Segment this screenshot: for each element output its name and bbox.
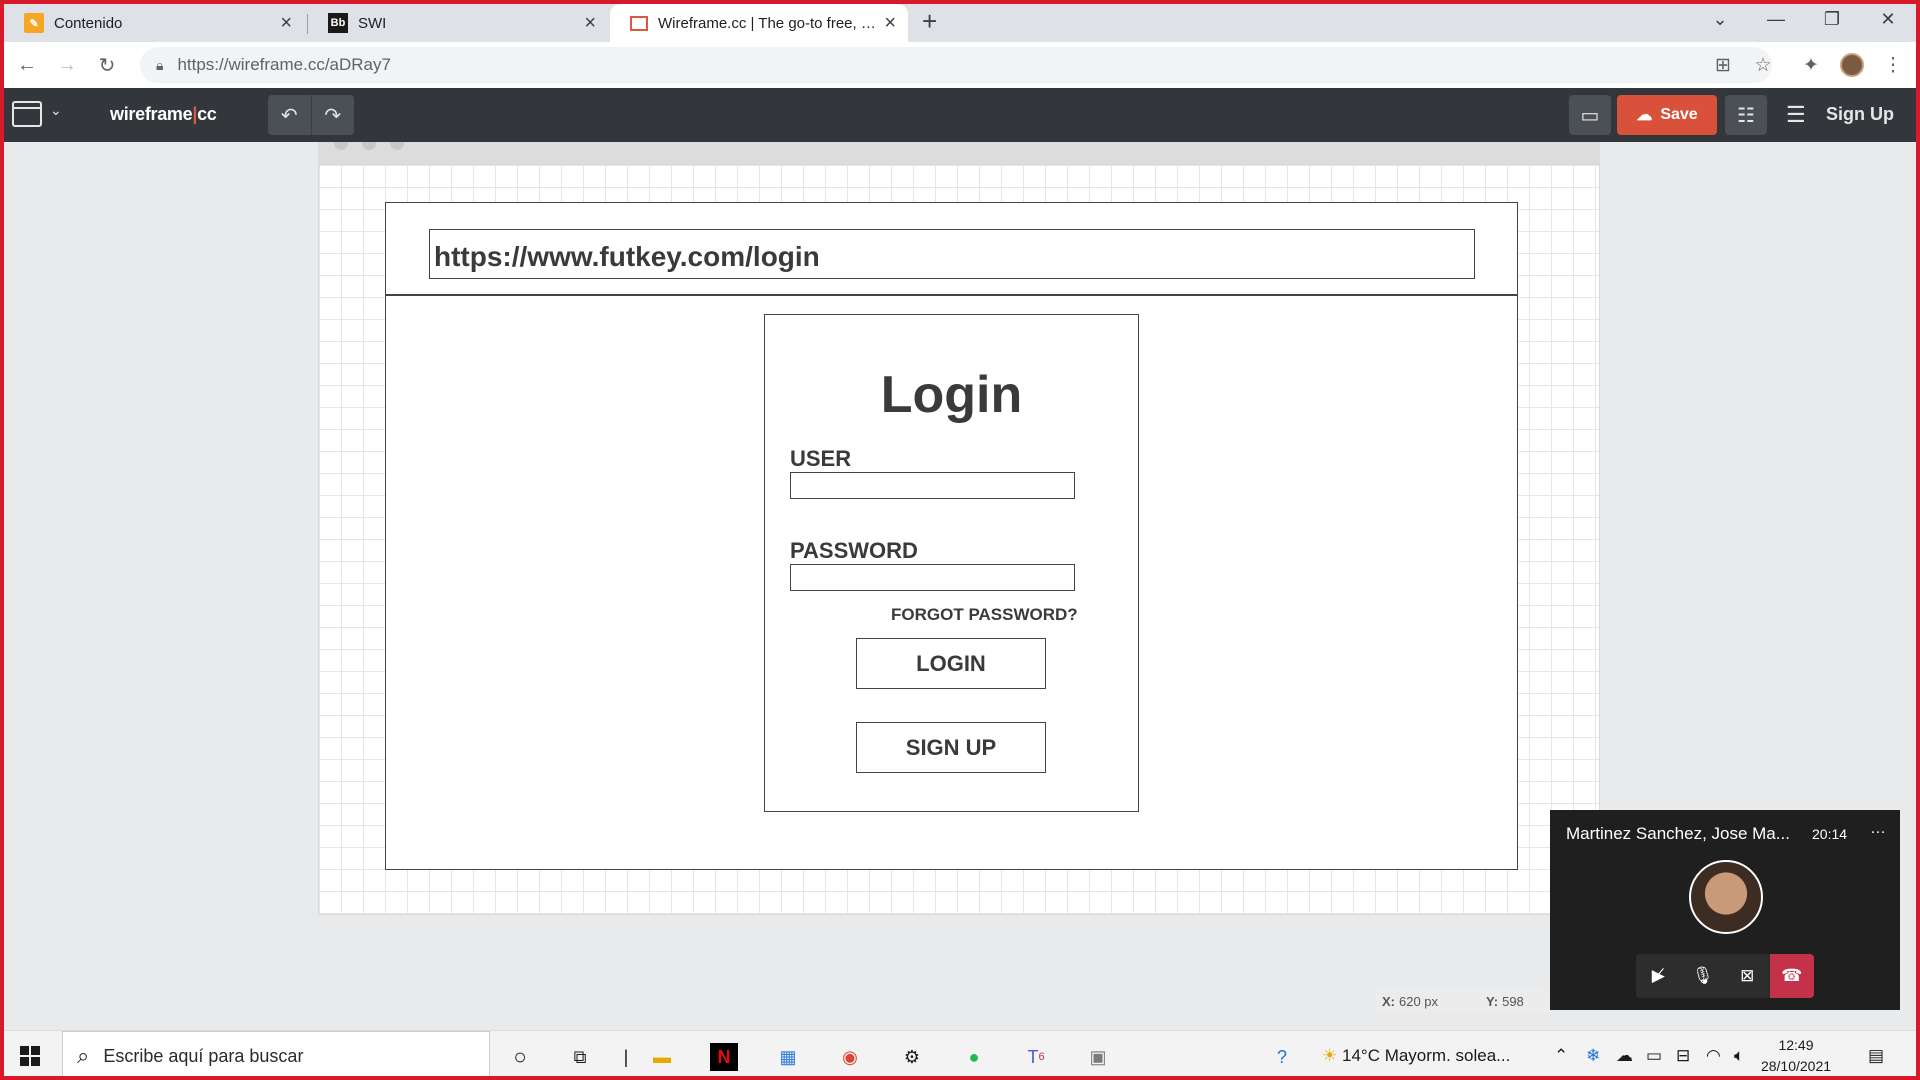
minimize-call-icon[interactable]: … xyxy=(1870,820,1886,838)
back-icon[interactable]: ← xyxy=(12,50,42,80)
chevron-down-icon[interactable]: ⌄ xyxy=(50,102,62,119)
forward-icon[interactable]: → xyxy=(52,50,82,80)
settings-sliders-icon[interactable]: ☷ xyxy=(1725,95,1767,135)
cloud-upload-icon: ☁ xyxy=(1636,107,1653,124)
windows-start-icon[interactable] xyxy=(20,1046,40,1066)
call-timer: 20:14 xyxy=(1812,826,1848,842)
forgot-password-link[interactable]: FORGOT PASSWORD? xyxy=(891,605,1078,625)
file-explorer-icon[interactable]: ▬ xyxy=(646,1041,678,1073)
photos-icon[interactable]: ▣ xyxy=(1082,1041,1114,1073)
tab-wireframe[interactable]: Wireframe.cc | The go-to free, on × xyxy=(610,4,908,42)
extensions-icon[interactable]: ✦ xyxy=(1796,50,1826,80)
notifications-icon[interactable]: ▤ xyxy=(1868,1046,1884,1066)
address-bar[interactable]: 🔒︎ https://wireframe.cc/aDRay7 xyxy=(140,47,1772,83)
cortana-icon[interactable]: ○ xyxy=(504,1041,536,1073)
redo-icon[interactable]: ↷ xyxy=(310,95,355,135)
search-icon: ⌕ xyxy=(77,1043,90,1068)
minimize-icon[interactable]: — xyxy=(1748,0,1804,38)
task-view-icon[interactable]: ⧉ xyxy=(564,1041,596,1073)
address-url: https://wireframe.cc/aDRay7 xyxy=(177,55,391,74)
pencil-doc-icon: ✎ xyxy=(24,13,44,33)
signup-link[interactable]: Sign Up xyxy=(1826,104,1894,125)
wireframe-url-field[interactable]: https://www.futkey.com/login xyxy=(429,229,1475,279)
wireframe-divider xyxy=(386,294,1517,296)
search-placeholder: Escribe aquí para buscar xyxy=(103,1045,304,1066)
close-tab-icon[interactable]: × xyxy=(280,13,292,33)
tab-swi[interactable]: Bb SWI × xyxy=(308,4,608,42)
hamburger-menu-icon[interactable]: ☰ xyxy=(1786,102,1806,128)
camera-off-icon[interactable]: ▶̸ xyxy=(1636,954,1681,998)
app-toolbar: ⌄ wireframe|cc ↶ ↷ ▭ ☁ Save ☷ ☰ Sign Up xyxy=(0,88,1920,142)
wireframe-login-panel[interactable]: Login USER PASSWORD FORGOT PASSWORD? LOG… xyxy=(764,314,1139,812)
user-label[interactable]: USER xyxy=(790,446,851,472)
taskbar-divider-icon: | xyxy=(623,1046,629,1067)
call-window[interactable]: Martinez Sanchez, Jose Ma... 20:14 … ▶̸ … xyxy=(1550,810,1900,1010)
new-tab-icon[interactable]: + xyxy=(922,6,937,36)
call-controls: ▶̸ 🎙︎ ⊠ ☎︎ xyxy=(1636,954,1814,998)
canvas-dot xyxy=(334,142,348,150)
wifi-icon[interactable]: ◠ xyxy=(1706,1046,1721,1066)
user-input[interactable] xyxy=(790,472,1075,499)
display-icon[interactable]: ⊟ xyxy=(1676,1046,1690,1066)
undo-redo-group: ↶ ↷ xyxy=(268,95,354,135)
wireframe-icon xyxy=(630,15,648,31)
weather-sun-icon: ☀ xyxy=(1322,1046,1338,1065)
reload-icon[interactable]: ↻ xyxy=(92,50,122,80)
lock-icon: 🔒︎ xyxy=(156,56,164,73)
browser-toolbar: ← → ↻ 🔒︎ https://wireframe.cc/aDRay7 ⊞ ☆… xyxy=(0,42,1920,88)
restore-icon[interactable]: ❐ xyxy=(1804,0,1860,38)
netflix-icon[interactable]: N xyxy=(710,1043,738,1071)
bookmark-star-icon[interactable]: ☆ xyxy=(1748,50,1778,80)
onedrive-icon[interactable]: ☁ xyxy=(1616,1046,1633,1066)
chrome-icon[interactable]: ◉ xyxy=(834,1041,866,1073)
app-logo: wireframe|cc xyxy=(110,104,217,124)
windows-taskbar: ⌕ Escribe aquí para buscar ○ ⧉ | ▬ N ▦ ◉… xyxy=(0,1030,1920,1080)
browser-tab-strip: ✎ Contenido × Bb SWI × Wireframe.cc | Th… xyxy=(0,0,1920,42)
tray-chevron-up-icon[interactable]: ⌃ xyxy=(1554,1046,1568,1066)
microphone-icon[interactable]: 🎙︎ xyxy=(1681,954,1726,998)
undo-icon[interactable]: ↶ xyxy=(268,95,311,135)
window-stencil-icon[interactable] xyxy=(12,101,42,127)
battery-icon[interactable]: ▭ xyxy=(1646,1046,1662,1066)
taskbar-clock[interactable]: 12:49 28/10/2021 xyxy=(1758,1035,1834,1077)
avatar xyxy=(1689,860,1763,934)
close-window-icon[interactable]: ✕ xyxy=(1860,0,1916,38)
profile-avatar[interactable] xyxy=(1840,53,1864,77)
signup-button[interactable]: SIGN UP xyxy=(856,722,1046,773)
share-screen-icon[interactable]: ⊠ xyxy=(1725,954,1770,998)
spotify-icon[interactable]: ● xyxy=(958,1041,990,1073)
password-label[interactable]: PASSWORD xyxy=(790,538,918,564)
more-menu-icon[interactable]: ⋮ xyxy=(1878,50,1908,80)
tab-search-icon[interactable]: ⌄ xyxy=(1692,0,1748,38)
teams-icon[interactable]: T6 xyxy=(1020,1041,1052,1073)
tray-app-icon[interactable]: ❄ xyxy=(1586,1046,1600,1066)
login-title[interactable]: Login xyxy=(765,365,1138,425)
tab-contenido[interactable]: ✎ Contenido × xyxy=(4,4,304,42)
save-button[interactable]: ☁ Save xyxy=(1617,95,1717,135)
taskbar-search[interactable]: ⌕ Escribe aquí para buscar xyxy=(62,1031,490,1080)
help-icon[interactable]: ? xyxy=(1266,1041,1298,1073)
close-tab-icon[interactable]: × xyxy=(584,13,596,33)
close-tab-icon[interactable]: × xyxy=(884,13,896,33)
comment-icon[interactable]: ▭ xyxy=(1569,95,1611,135)
canvas-dot xyxy=(390,142,404,150)
caller-name: Martinez Sanchez, Jose Ma... xyxy=(1566,824,1790,843)
canvas-dot xyxy=(362,142,376,150)
volume-icon[interactable]: 🔈︎ xyxy=(1734,1046,1744,1066)
cursor-coordinates: X: 620 px Y: 598 xyxy=(1376,990,1550,1012)
blackboard-icon: Bb xyxy=(328,13,348,33)
translate-icon[interactable]: ⊞ xyxy=(1708,50,1738,80)
login-button[interactable]: LOGIN xyxy=(856,638,1046,689)
canvas-header xyxy=(318,142,1600,164)
settings-gear-icon[interactable]: ⚙ xyxy=(896,1041,928,1073)
weather-widget[interactable]: ☀ 14°C Mayorm. solea... xyxy=(1322,1046,1510,1066)
password-input[interactable] xyxy=(790,564,1075,591)
hang-up-icon[interactable]: ☎︎ xyxy=(1769,954,1814,998)
calendar-icon[interactable]: ▦ xyxy=(772,1041,804,1073)
